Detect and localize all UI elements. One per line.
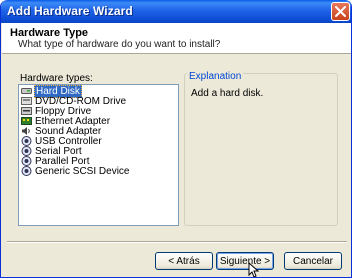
port-icon [21,166,32,176]
back-button[interactable]: < Atrás [155,252,213,270]
usb-icon [21,136,32,146]
list-item-serial[interactable]: Serial Port [21,146,83,157]
explanation-label: Explanation [187,71,244,82]
port-icon [21,146,32,156]
list-item-scsi[interactable]: Generic SCSI Device [21,165,130,177]
list-item-usb[interactable]: USB Controller [21,136,103,147]
list-item-label: Generic SCSI Device [35,165,130,177]
port-icon [21,156,32,166]
wizard-header: Hardware Type What type of hardware do y… [2,23,351,54]
next-button[interactable]: Siguiente > [216,252,274,270]
cancel-button[interactable]: Cancelar [284,252,342,270]
cdrom-icon [21,97,32,105]
speaker-icon [22,127,30,135]
hardware-types-listbox[interactable]: Hard Disk DVD/CD-ROM Drive Floppy Drive … [18,84,179,226]
page-title: Hardware Type [10,27,89,39]
list-item-hard-disk[interactable]: Hard Disk [21,84,82,98]
list-item-parallel[interactable]: Parallel Port [21,156,90,167]
wizard-window: Add Hardware Wizard Hardware Type What t… [0,0,352,278]
list-item-sound[interactable]: Sound Adapter [21,126,102,137]
title-bar[interactable]: Add Hardware Wizard [1,0,351,23]
list-item-ethernet[interactable]: Ethernet Adapter [21,116,111,127]
close-icon [335,6,346,17]
network-card-icon [21,117,32,125]
floppy-icon [21,107,32,115]
button-separator [7,241,347,243]
hardware-types-label: Hardware types: [20,73,93,84]
hard-disk-icon [21,88,32,94]
window-title: Add Hardware Wizard [7,4,133,18]
mouse-cursor-icon [248,262,260,277]
page-subtitle: What type of hardware do you want to ins… [18,39,221,50]
list-item-dvd-cdrom[interactable]: DVD/CD-ROM Drive [21,96,127,107]
close-button[interactable] [331,2,350,21]
list-item-floppy[interactable]: Floppy Drive [21,106,92,117]
explanation-text: Add a hard disk. [191,88,264,99]
